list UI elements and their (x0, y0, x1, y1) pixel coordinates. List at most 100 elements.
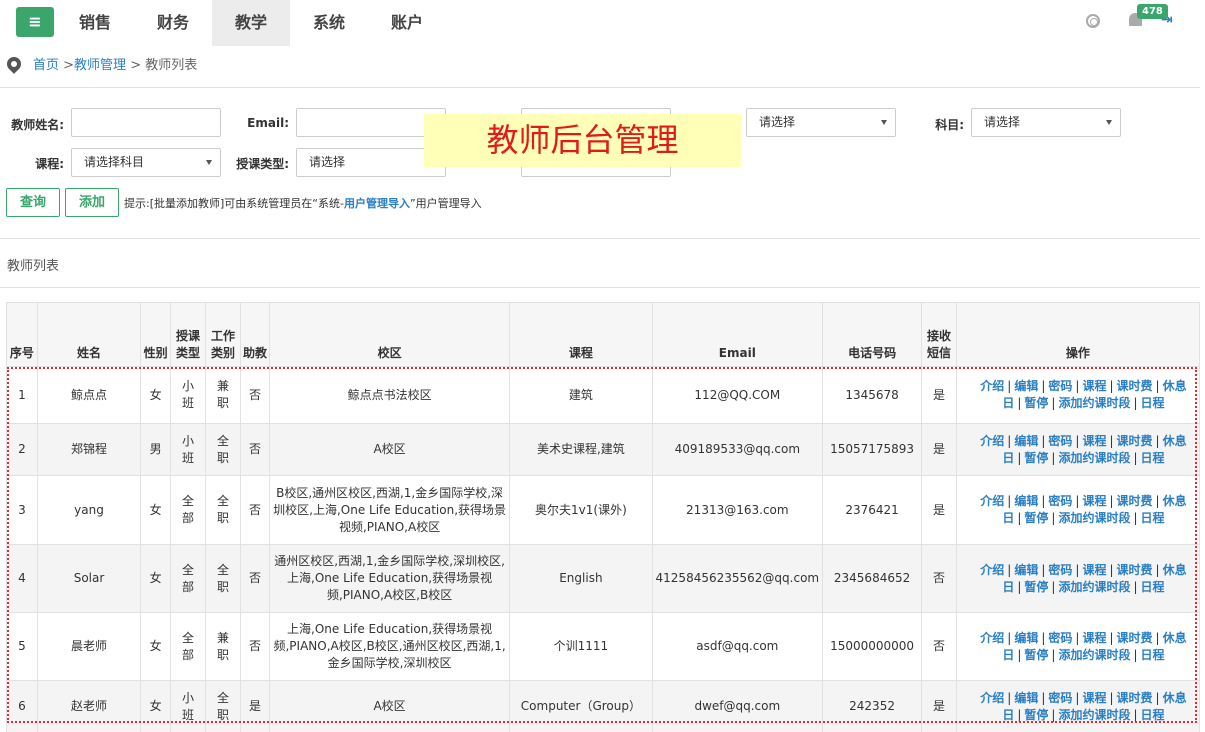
action-link[interactable]: 添加约课时段 (1058, 451, 1130, 465)
action-link[interactable]: 添加约课时段 (1058, 580, 1130, 594)
action-link[interactable]: 暂停 (1024, 511, 1048, 525)
cell-phone: 1345678 (822, 366, 923, 424)
nav-teaching[interactable]: 教学 (212, 0, 290, 46)
subject-select[interactable]: 请选择 (971, 108, 1121, 137)
action-link[interactable]: 介绍 (980, 379, 1004, 393)
action-link[interactable]: 课程 (1082, 434, 1106, 448)
action-link[interactable]: 添加约课时段 (1058, 648, 1130, 662)
action-link[interactable]: 日程 (1141, 708, 1165, 722)
action-link[interactable]: 介绍 (980, 631, 1004, 645)
action-link[interactable]: 密码 (1048, 691, 1072, 705)
cell-campus: B校区,通州区校区,西湖,1,金乡国际学校,深圳校区,上海,One Life E… (268, 475, 511, 545)
action-link[interactable]: 课程 (1082, 379, 1106, 393)
course-select[interactable]: 请选择科目 (71, 148, 221, 177)
action-link[interactable]: 课时费 (1117, 494, 1153, 508)
action-link[interactable]: 课时费 (1117, 691, 1153, 705)
action-link[interactable]: 课时费 (1117, 631, 1153, 645)
top-navbar: ≡ 销售 财务 教学 系统 账户 478 ⇥ (0, 0, 1205, 46)
action-link[interactable]: 课程 (1082, 494, 1106, 508)
cell-email: asdf@qq.com (651, 612, 824, 681)
filter-select-4[interactable]: 请选择 (746, 108, 896, 137)
action-link[interactable]: 暂停 (1024, 648, 1048, 662)
action-separator: | (1051, 511, 1056, 525)
action-link[interactable]: 课时费 (1117, 379, 1153, 393)
cell-email: 409189533@qq.com (651, 423, 824, 476)
action-separator: | (1007, 433, 1012, 448)
action-link[interactable]: 添加约课时段 (1058, 511, 1130, 525)
action-separator: | (1007, 379, 1012, 393)
breadcrumb-teacher-mgmt-link[interactable]: 教师管理 (74, 58, 126, 73)
action-link[interactable]: 编辑 (1014, 563, 1038, 577)
cell-type: 小班 (170, 366, 207, 424)
action-link[interactable]: 添加约课时段 (1058, 708, 1130, 722)
nav-system[interactable]: 系统 (290, 0, 368, 46)
table-row: 6 赵老师女小班 全职是 A校区 Computer（Group） dwef@qq.com 2… (6, 680, 1201, 732)
nav-account[interactable]: 账户 (368, 0, 446, 46)
action-link[interactable]: 日程 (1141, 451, 1165, 465)
logout-icon[interactable]: ⇥ (1161, 12, 1173, 28)
action-link[interactable]: 编辑 (1014, 631, 1038, 645)
action-link[interactable]: 介绍 (980, 691, 1004, 705)
user-import-link[interactable]: 用户管理导入 (344, 197, 410, 210)
action-separator: | (1017, 579, 1022, 594)
action-link[interactable]: 课程 (1082, 691, 1106, 705)
action-link[interactable]: 暂停 (1024, 708, 1048, 722)
help-icon[interactable] (1086, 14, 1100, 28)
query-button[interactable]: 查询 (6, 188, 60, 217)
nav-finance[interactable]: 财务 (134, 0, 212, 46)
cell-gender: 男 (140, 423, 172, 476)
action-separator: | (1155, 630, 1160, 645)
action-link[interactable]: 暂停 (1024, 396, 1048, 410)
action-separator: | (1155, 562, 1160, 577)
action-link[interactable]: 暂停 (1024, 580, 1048, 594)
action-link[interactable]: 密码 (1048, 434, 1072, 448)
action-link[interactable]: 介绍 (980, 434, 1004, 448)
action-separator: | (1007, 690, 1012, 705)
action-separator: | (1075, 630, 1080, 645)
nav-sales[interactable]: 销售 (56, 0, 134, 46)
action-link[interactable]: 编辑 (1014, 494, 1038, 508)
action-separator: | (1133, 450, 1138, 465)
action-separator: | (1155, 433, 1160, 448)
cell-type: 小班 (170, 423, 207, 476)
action-link[interactable]: 课时费 (1117, 563, 1153, 577)
cell-sms: 是 (921, 366, 957, 424)
action-link[interactable]: 暂停 (1024, 451, 1048, 465)
table-header-cell: 姓名 (36, 302, 142, 367)
action-separator: | (1075, 690, 1080, 705)
action-link[interactable]: 密码 (1048, 494, 1072, 508)
cell-sms: 否 (921, 544, 957, 613)
action-link[interactable]: 课程 (1082, 563, 1106, 577)
cell-gender: 女 (140, 475, 172, 545)
add-button[interactable]: 添加 (65, 188, 119, 217)
action-link[interactable]: 密码 (1048, 563, 1072, 577)
action-link[interactable]: 介绍 (980, 494, 1004, 508)
action-link[interactable]: 添加约课时段 (1058, 396, 1130, 410)
cell-email: 112@QQ.COM (651, 366, 824, 424)
action-link[interactable]: 编辑 (1014, 691, 1038, 705)
action-link[interactable]: 课时费 (1117, 434, 1153, 448)
cell-phone: 2376421 (822, 475, 923, 545)
cell-type: 小班 (170, 680, 207, 732)
action-link[interactable]: 编辑 (1014, 434, 1038, 448)
action-separator: | (1109, 379, 1114, 393)
teacher-name-input[interactable] (71, 108, 221, 137)
cell-actions: 介绍 | 编辑 | 密码 | 课程 | 课时费 | 休息日 | 暂停 | 添加约课时段 | 日程 (955, 475, 1201, 545)
cell-course: Computer（Group） (509, 680, 653, 732)
action-link[interactable]: 日程 (1141, 580, 1165, 594)
table-row: 4 Solar 女全部 全职否通州区校区,西湖,1,金乡国际学校,深圳校区,上海,On… (6, 544, 1201, 613)
action-separator: | (1133, 579, 1138, 594)
cell-campus: 鲸点点书法校区 (268, 366, 511, 424)
action-link[interactable]: 介绍 (980, 563, 1004, 577)
action-link[interactable]: 密码 (1048, 379, 1072, 393)
action-link[interactable]: 日程 (1141, 396, 1165, 410)
cell-name: yang (36, 475, 142, 545)
action-link[interactable]: 编辑 (1014, 379, 1038, 393)
action-separator: | (1017, 647, 1022, 662)
action-link[interactable]: 日程 (1141, 648, 1165, 662)
breadcrumb-home-link[interactable]: 首页 (33, 58, 59, 73)
menu-toggle-button[interactable]: ≡ (16, 7, 54, 37)
action-link[interactable]: 日程 (1141, 511, 1165, 525)
action-link[interactable]: 课程 (1082, 631, 1106, 645)
action-link[interactable]: 密码 (1048, 631, 1072, 645)
